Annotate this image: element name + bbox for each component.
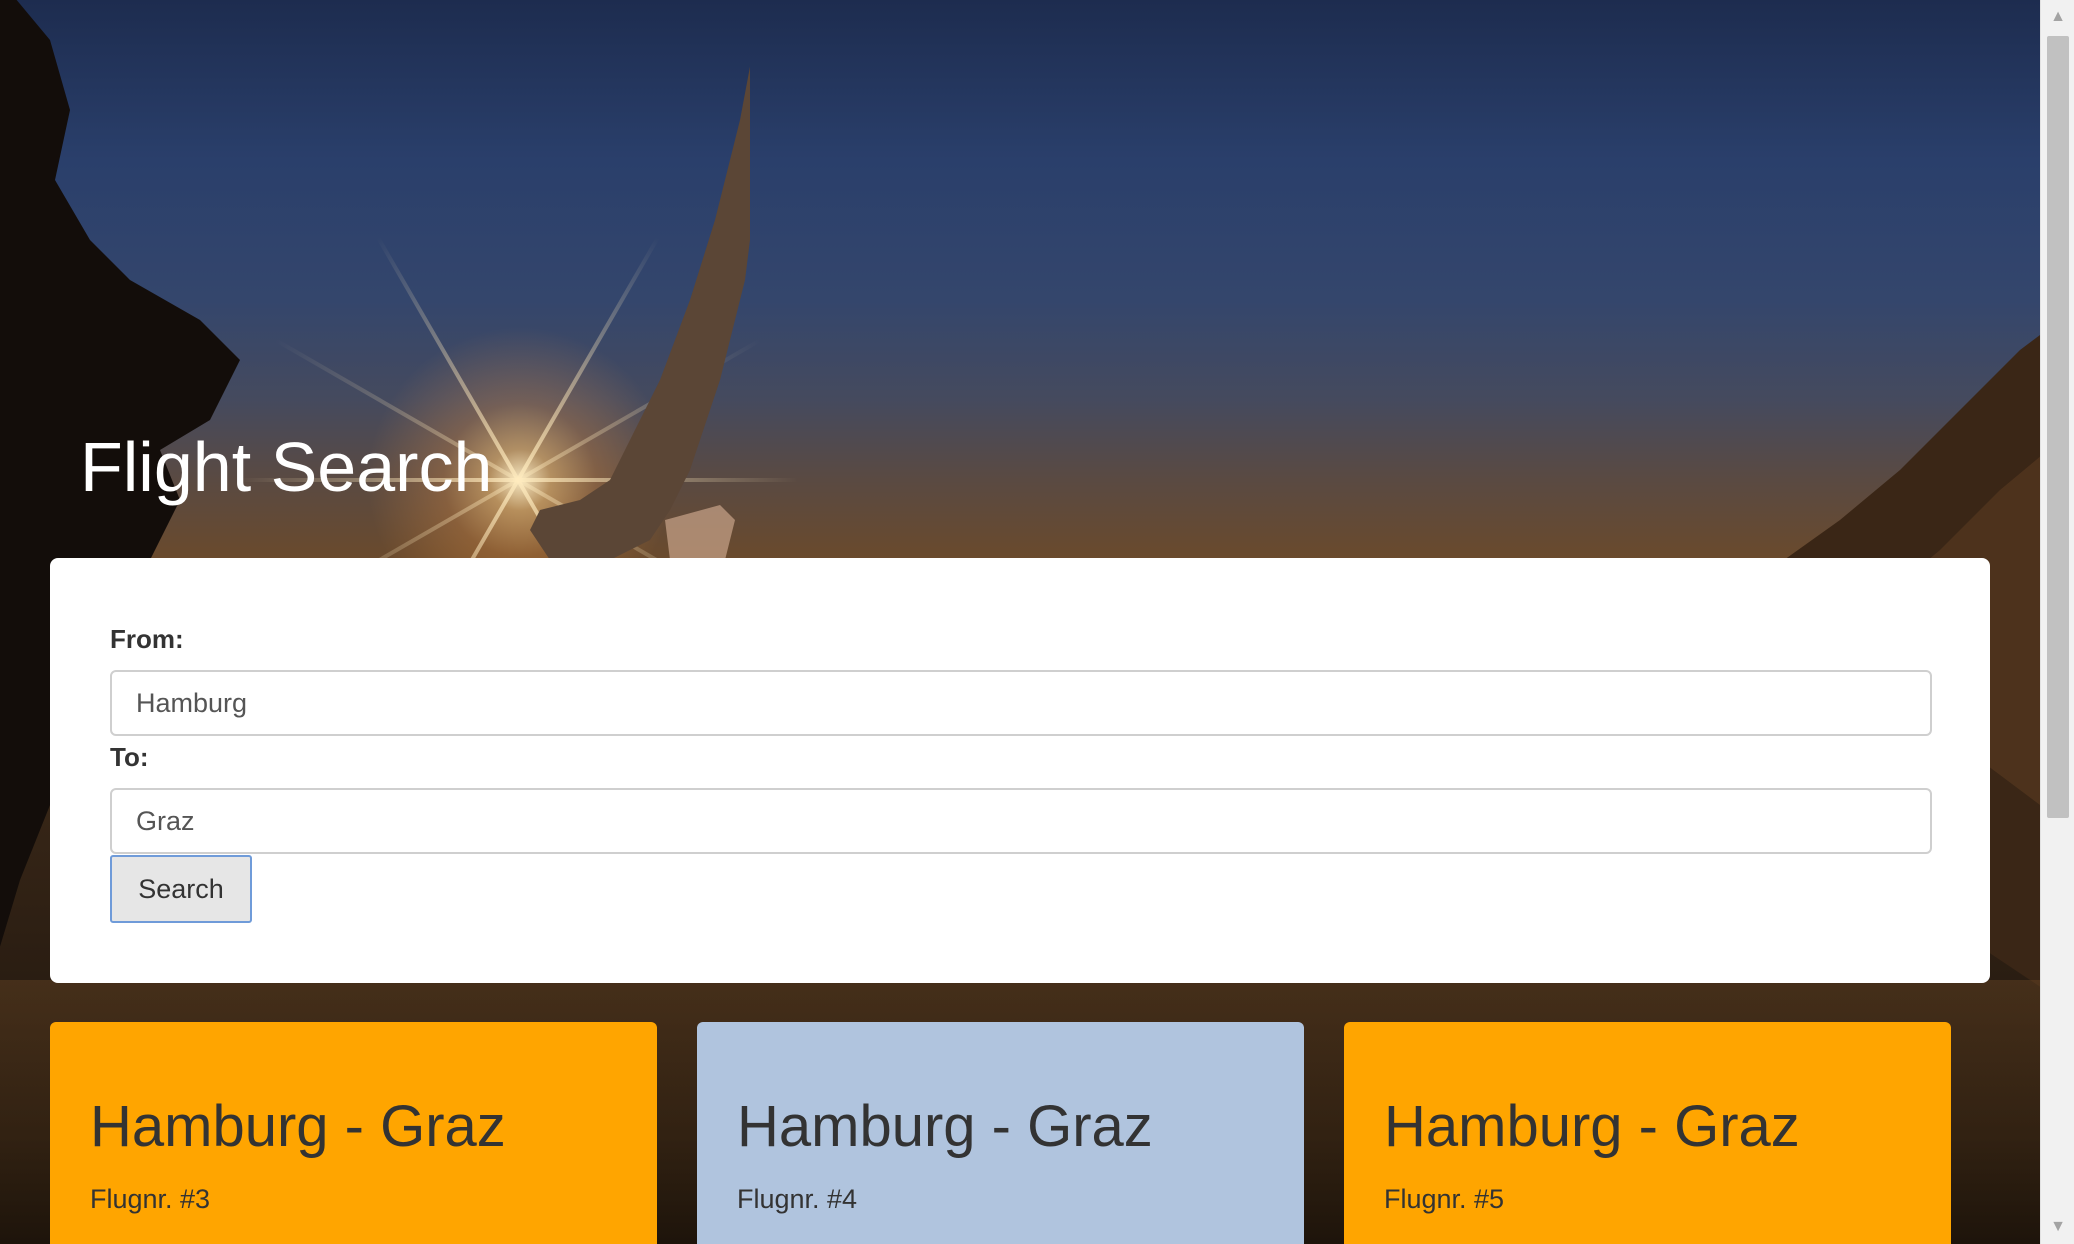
flight-route: Hamburg - Graz	[90, 1094, 506, 1159]
flight-number: Flugnr. #5	[1384, 1184, 1505, 1214]
flight-number: Flugnr. #4	[737, 1184, 858, 1214]
flight-route: Hamburg - Graz	[737, 1094, 1153, 1159]
flight-number: Flugnr. #3	[90, 1184, 211, 1214]
search-button[interactable]: Search	[110, 855, 252, 923]
from-label: From:	[110, 624, 184, 654]
to-input[interactable]	[110, 788, 1932, 854]
flight-results: Hamburg - Graz Flugnr. #3 Hamburg - Graz…	[50, 1022, 1951, 1244]
vertical-scrollbar[interactable]: ▲ ▼	[2040, 0, 2074, 1244]
from-input[interactable]	[110, 670, 1932, 736]
scrollbar-thumb[interactable]	[2047, 36, 2069, 818]
to-label: To:	[110, 742, 149, 772]
triangle-up-icon[interactable]: ▲	[2041, 0, 2074, 34]
flight-card[interactable]: Hamburg - Graz Flugnr. #5	[1344, 1022, 1951, 1244]
page-title: Flight Search	[80, 428, 493, 506]
triangle-down-icon[interactable]: ▼	[2041, 1210, 2074, 1244]
search-form: From: To: Search	[50, 558, 1990, 983]
flight-route: Hamburg - Graz	[1384, 1094, 1800, 1159]
bird-silhouette	[530, 66, 750, 560]
flight-card[interactable]: Hamburg - Graz Flugnr. #4	[697, 1022, 1304, 1244]
flight-card[interactable]: Hamburg - Graz Flugnr. #3	[50, 1022, 657, 1244]
